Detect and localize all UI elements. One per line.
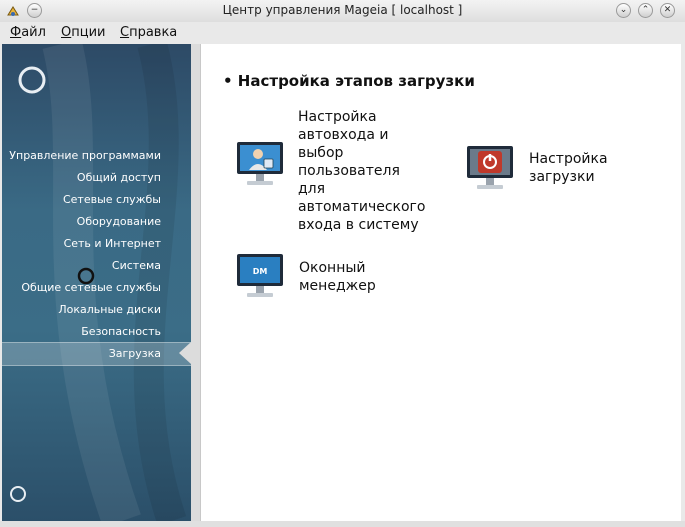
menu-file[interactable]: Файл: [10, 25, 46, 40]
status-bar: [0, 521, 685, 527]
tile-autologin-label: Настройка автовхода и выбор пользователя…: [298, 109, 426, 233]
tile-boot-config-label: Настройка загрузки: [529, 151, 608, 185]
sidebar-item-software[interactable]: Управление программами: [9, 149, 161, 162]
sidebar-item-network-internet[interactable]: Сеть и Интернет: [64, 237, 161, 250]
category-sidebar: Управление программами Общий доступ Сете…: [2, 44, 191, 521]
selection-pointer: [179, 342, 191, 364]
sidebar-item-boot[interactable]: Загрузка: [109, 347, 161, 360]
sidebar-selection-highlight: [2, 342, 191, 366]
menu-help[interactable]: Справка: [120, 25, 177, 40]
sidebar-item-local-disks[interactable]: Локальные диски: [58, 303, 161, 316]
sidebar-item-network-services[interactable]: Сетевые службы: [63, 193, 161, 206]
tile-autologin[interactable]: Настройка автовхода и выбор пользователя…: [231, 108, 441, 233]
control-center-window: − Центр управления Mageia [ localhost ] …: [0, 0, 685, 527]
tile-display-manager-label: Оконный менеджер: [299, 260, 376, 294]
dm-icon-text: DM: [253, 267, 268, 276]
close-button[interactable]: ✕: [660, 3, 675, 18]
minimize-button[interactable]: ⌄: [616, 3, 631, 18]
window-title: Центр управления Mageia [ localhost ]: [222, 3, 463, 17]
sidebar-item-network-sharing[interactable]: Общие сетевые службы: [21, 281, 161, 294]
title-bar: − Центр управления Mageia [ localhost ] …: [0, 0, 685, 23]
sidebar-item-sharing[interactable]: Общий доступ: [77, 171, 161, 184]
sidebar-item-hardware[interactable]: Оборудование: [77, 215, 161, 228]
content-panel: • Настройка этапов загрузки Настройка ав…: [200, 44, 681, 521]
sidebar-item-system[interactable]: Система: [112, 259, 161, 272]
sidebar-divider: [191, 44, 200, 521]
menu-bar: Файл Опции Справка: [0, 22, 685, 44]
tile-display-manager[interactable]: DM Оконный менеджер: [233, 252, 403, 302]
user-login-monitor-icon: [237, 142, 283, 185]
power-monitor-icon: [467, 146, 513, 189]
dm-monitor-icon: DM: [237, 254, 283, 297]
menu-options[interactable]: Опции: [61, 25, 105, 40]
maximize-button[interactable]: ⌃: [638, 3, 653, 18]
tile-boot-config[interactable]: Настройка загрузки: [463, 144, 633, 194]
sidebar-item-security[interactable]: Безопасность: [81, 325, 161, 338]
section-title: • Настройка этапов загрузки: [223, 72, 475, 90]
